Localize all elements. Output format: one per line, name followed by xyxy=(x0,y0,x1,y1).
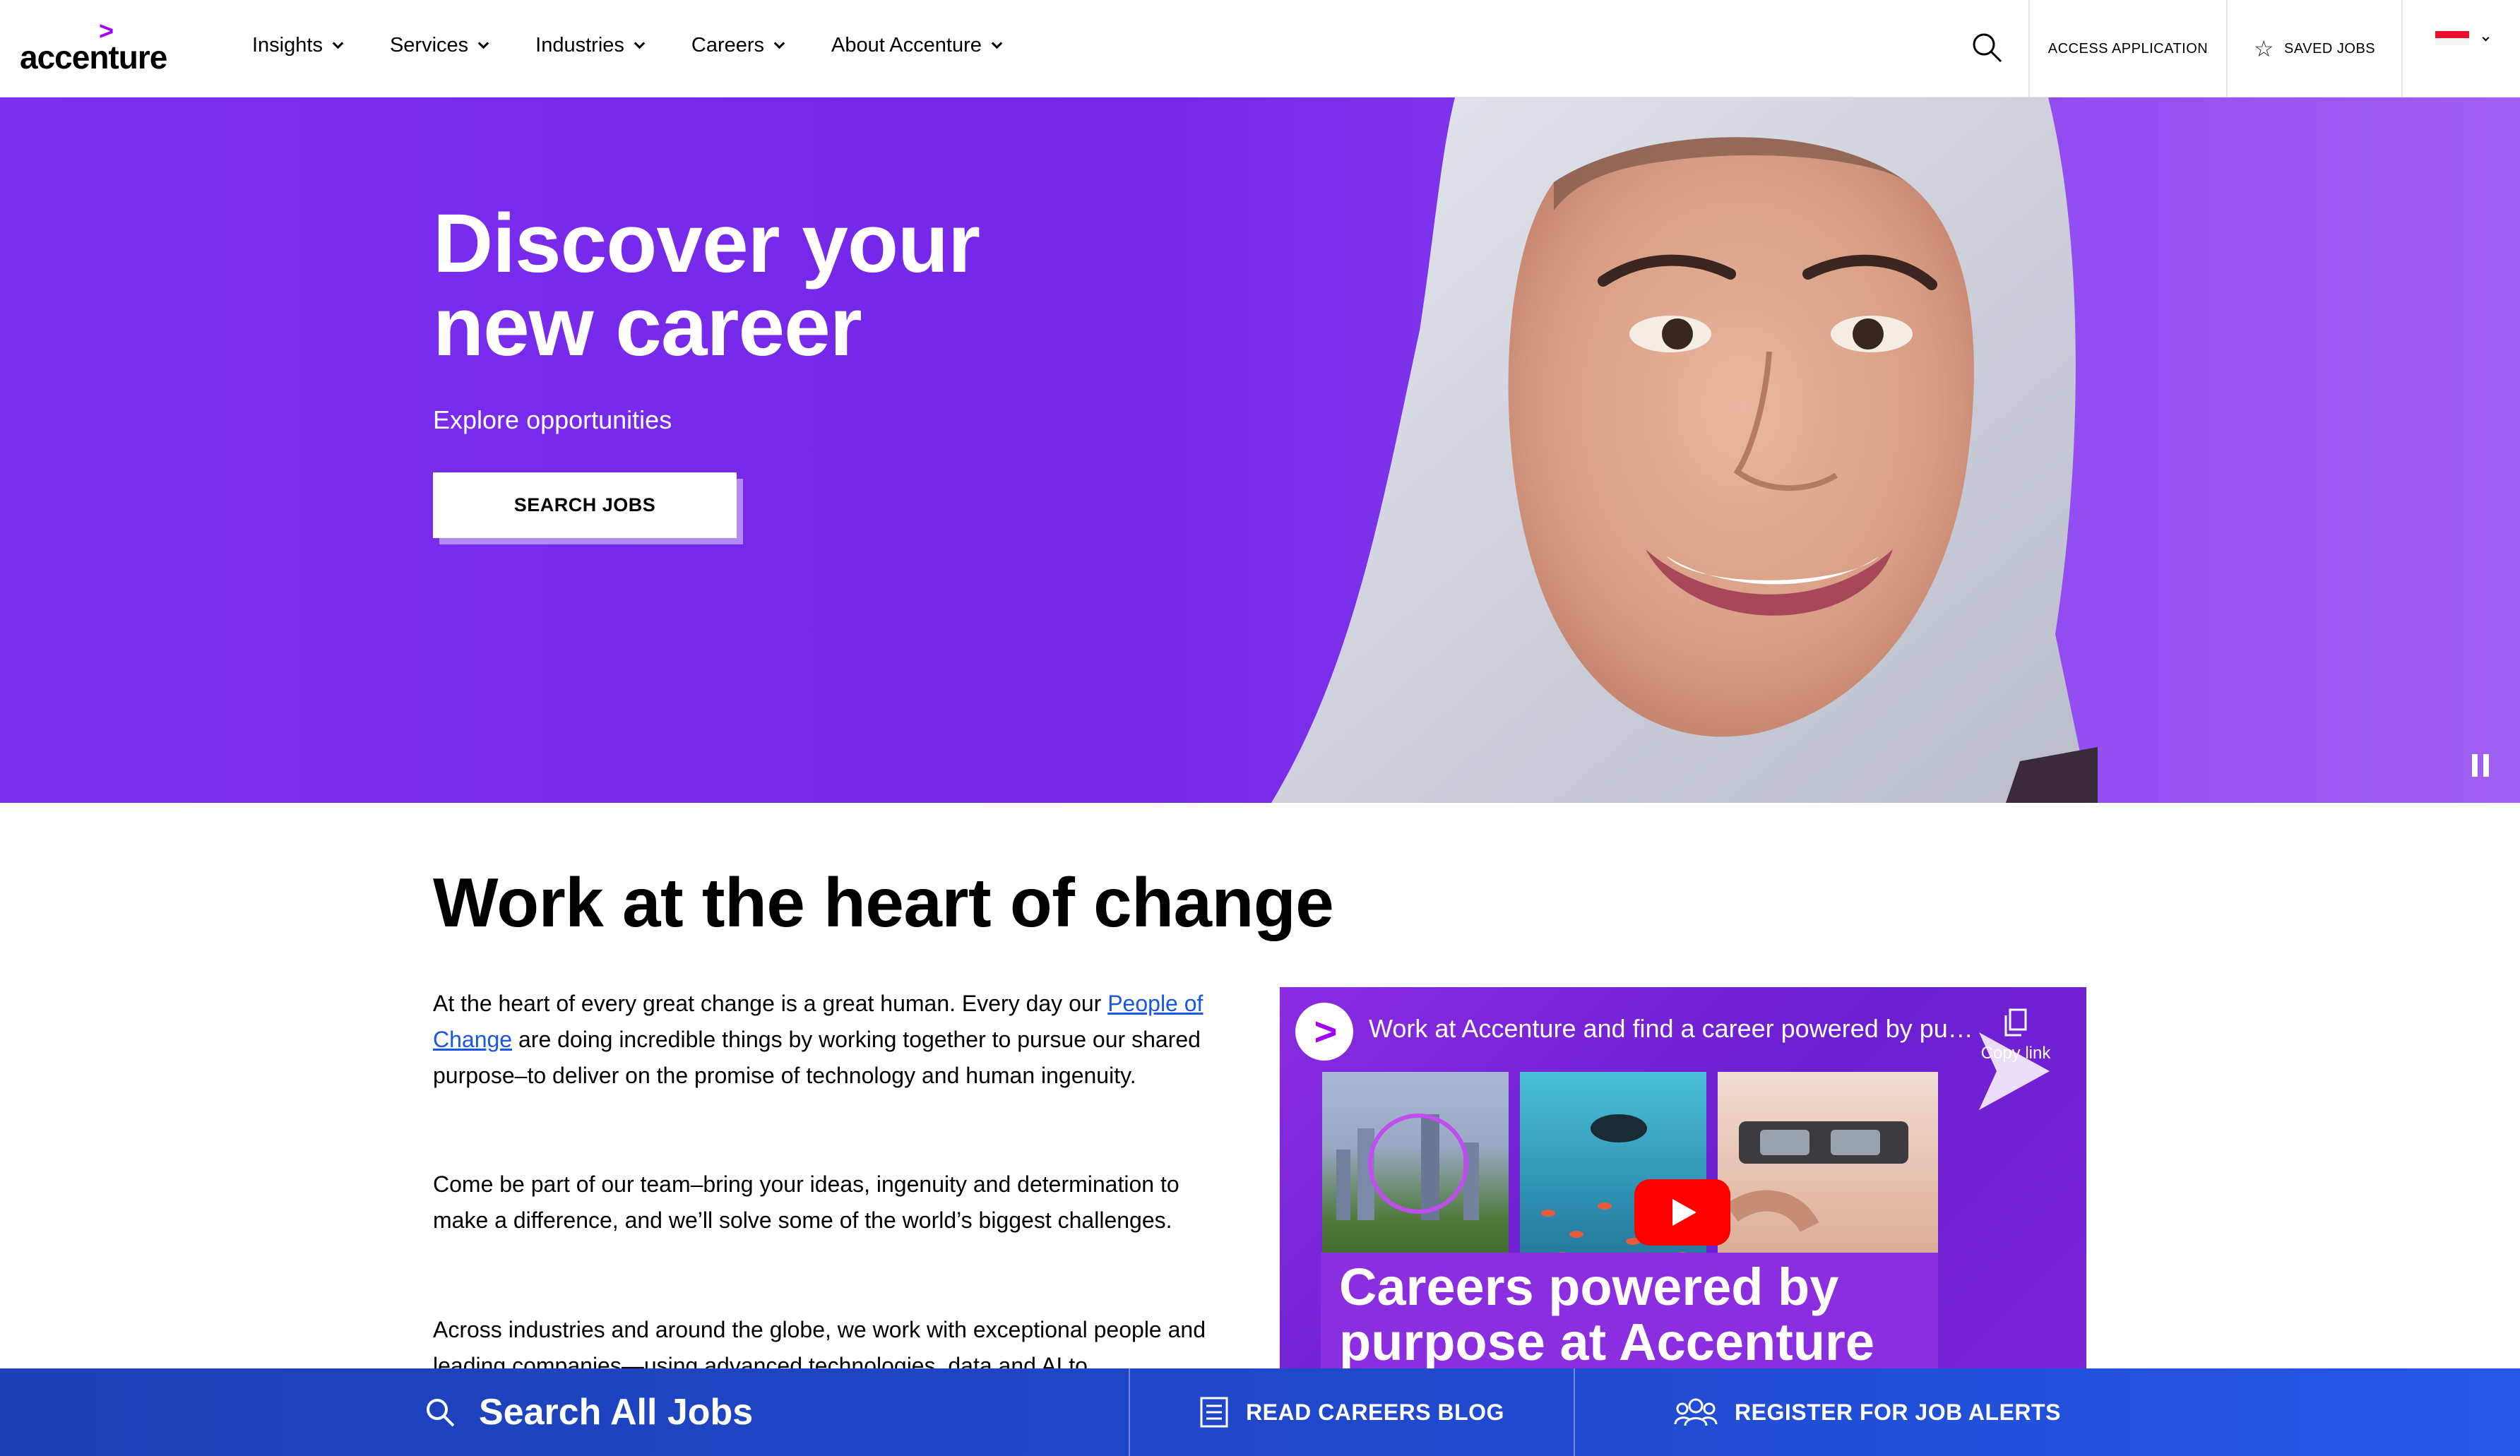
job-alerts-link[interactable]: REGISTER FOR JOB ALERTS xyxy=(1575,1368,2520,1456)
chevron-down-icon xyxy=(332,37,344,49)
nav-item-careers[interactable]: Careers xyxy=(691,33,785,57)
star-icon: ☆ xyxy=(2253,36,2275,61)
logo-text: accenture xyxy=(20,39,167,76)
saved-jobs-label: SAVED JOBS xyxy=(2284,40,2376,56)
hero-banner: Discover your new career Explore opportu… xyxy=(0,97,2520,803)
vr-headset-thumbnail xyxy=(1718,1072,1938,1284)
nav-label: About Accenture xyxy=(831,33,982,56)
chevron-down-icon xyxy=(477,37,489,49)
accenture-arrow-icon xyxy=(1979,1032,2050,1110)
chevron-down-icon xyxy=(634,37,646,49)
nav-label: Industries xyxy=(535,33,624,56)
chevron-down-icon xyxy=(773,37,785,49)
chevron-down-icon xyxy=(2482,34,2489,41)
channel-avatar[interactable]: > xyxy=(1295,1003,1353,1061)
nav-item-industries[interactable]: Industries xyxy=(535,33,646,57)
intro-paragraph: At the heart of every great change is a … xyxy=(433,986,1238,1094)
chevron-down-icon xyxy=(991,37,1003,49)
city-thumbnail xyxy=(1322,1072,1509,1284)
blog-icon xyxy=(1200,1397,1228,1428)
video-player[interactable]: > Work at Accenture and find a career po… xyxy=(1280,987,2086,1411)
hero-subtitle: Explore opportunities xyxy=(433,405,672,434)
intro-text-start: At the heart of every great change is a … xyxy=(433,991,1108,1016)
nav-label: Careers xyxy=(691,33,765,56)
region-selector[interactable] xyxy=(2401,0,2520,97)
search-jobs-button[interactable]: SEARCH JOBS xyxy=(433,472,737,538)
access-application-link[interactable]: ACCESS APPLICATION xyxy=(2028,0,2226,97)
nav-item-services[interactable]: Services xyxy=(389,33,489,57)
hero-portrait-image xyxy=(1271,97,2098,803)
flag-icon xyxy=(2435,31,2469,45)
search-all-jobs-label: Search All Jobs xyxy=(479,1392,754,1433)
accenture-mark-icon: > xyxy=(1314,1009,1338,1054)
job-alerts-label: REGISTER FOR JOB ALERTS xyxy=(1735,1399,2061,1425)
nav-item-about[interactable]: About Accenture xyxy=(831,33,1003,57)
saved-jobs-link[interactable]: ☆ SAVED JOBS xyxy=(2226,0,2401,97)
nav-label: Insights xyxy=(252,33,323,56)
nav-item-insights[interactable]: Insights xyxy=(252,33,344,57)
access-application-label: ACCESS APPLICATION xyxy=(2048,40,2209,56)
team-paragraph: Come be part of our team–bring your idea… xyxy=(433,1171,1179,1233)
video-title[interactable]: Work at Accenture and find a career powe… xyxy=(1369,1014,1976,1044)
careers-blog-link[interactable]: READ CAREERS BLOG xyxy=(1130,1368,1575,1456)
caption-line-1: Careers powered by xyxy=(1339,1258,1839,1316)
people-group-icon xyxy=(1674,1398,1718,1426)
main-nav: Insights Services Industries Careers Abo… xyxy=(252,0,1049,90)
pause-icon[interactable] xyxy=(2472,754,2489,777)
site-header: > accenture Insights Services Industries… xyxy=(0,0,2520,97)
caption-line-2: purpose at Accenture xyxy=(1339,1313,1874,1371)
youtube-play-button[interactable] xyxy=(1634,1179,1730,1246)
careers-blog-label: READ CAREERS BLOG xyxy=(1246,1399,1504,1425)
nav-label: Services xyxy=(389,33,469,56)
search-all-jobs-link[interactable]: Search All Jobs xyxy=(0,1368,1130,1456)
search-icon[interactable] xyxy=(1971,31,2003,64)
hero-title: Discover your new career xyxy=(433,197,980,374)
search-icon xyxy=(427,1399,455,1427)
section-heading: Work at the heart of change xyxy=(433,864,1334,941)
diver-thumbnail xyxy=(1520,1072,1706,1284)
sticky-action-bar: Search All Jobs READ CAREERS BLOG REGIST… xyxy=(0,1368,2520,1456)
intro-text-end: are doing incredible things by working t… xyxy=(433,1027,1201,1088)
